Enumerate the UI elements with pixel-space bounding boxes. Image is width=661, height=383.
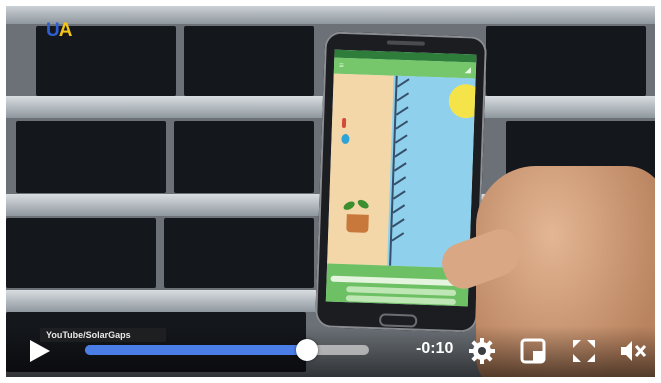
plant-leaf (356, 198, 371, 211)
plant-pot-icon (346, 214, 369, 233)
solar-panel (164, 218, 314, 288)
scrubber-handle[interactable] (295, 339, 318, 361)
mute-button[interactable] (618, 336, 648, 366)
time-remaining: -0:10 (416, 340, 454, 357)
progress-scrubber[interactable] (85, 339, 369, 361)
source-caption: YouTube/SolarGaps (40, 328, 166, 342)
play-icon (30, 340, 50, 362)
solar-panel (16, 121, 166, 193)
mute-icon (621, 341, 647, 361)
picture-in-picture-icon (520, 338, 546, 364)
picture-in-picture-button[interactable] (518, 336, 548, 366)
settings-button[interactable] (467, 336, 497, 366)
progress-fill (85, 345, 307, 355)
gear-icon (469, 338, 495, 364)
menu-icon: ≡ (338, 60, 344, 70)
solar-panel (6, 218, 156, 288)
app-slider (345, 295, 456, 305)
fullscreen-icon (573, 340, 595, 362)
solar-panel (184, 26, 314, 96)
mode-selector (330, 275, 463, 287)
thermometer-icon (341, 117, 347, 129)
solar-panel (174, 121, 314, 193)
app-action-icon: ◢ (464, 65, 472, 75)
video-player[interactable]: ≡ ◢ UA YouTube/SolarGaps -0:10 (6, 6, 655, 377)
phone-speaker (386, 40, 425, 46)
channel-logo: UA (46, 20, 72, 41)
app-slider (346, 286, 457, 296)
room-interior (327, 73, 394, 266)
humidity-drop-icon (341, 133, 350, 145)
plant-leaf (342, 199, 357, 212)
play-button[interactable] (28, 338, 52, 364)
solar-panel (486, 26, 646, 96)
video-frame: ≡ ◢ (6, 6, 655, 377)
panel-frame (6, 6, 655, 24)
fullscreen-button[interactable] (569, 336, 599, 366)
